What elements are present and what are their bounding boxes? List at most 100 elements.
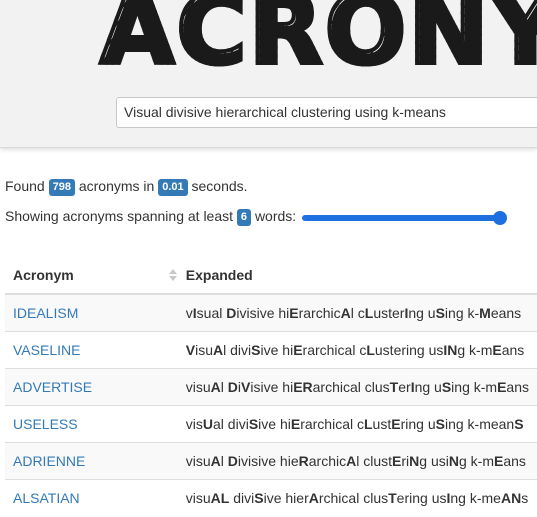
highlighted-letters: N	[409, 452, 420, 469]
column-header-expanded-label: Expanded	[185, 266, 253, 283]
expanded-cell: vIsual Divisive hiErarchicAl cLusterIng …	[177, 293, 537, 331]
table-row: ADRIENNE visuAl Divisive hieRarchicAl clu…	[5, 441, 537, 479]
expanded-text: ring u	[400, 415, 436, 432]
expanded-text: l clust	[356, 452, 393, 469]
highlighted-letters: S	[435, 415, 445, 432]
acronym-logo: ACRONYM	[98, 0, 537, 80]
highlighted-letters: S	[514, 415, 524, 432]
acronym-cell: ADVERTISE	[5, 367, 178, 405]
expanded-text: archical clus	[312, 378, 390, 395]
expanded-text: ans	[503, 452, 526, 469]
acronym-cell: ADRIENNE	[5, 441, 178, 479]
expanded-text: ng u	[414, 378, 442, 395]
highlighted-letters: E	[392, 452, 402, 469]
expanded-text: ng k-me	[450, 489, 501, 506]
expanded-text: ustering us	[374, 341, 444, 358]
highlighted-letters: U	[202, 415, 214, 432]
time-suffix-label: seconds.	[191, 178, 248, 194]
expanded-text: visu	[185, 378, 211, 395]
slider-thumb[interactable]	[493, 211, 507, 225]
highlighted-letters: L	[366, 341, 375, 358]
expanded-cell: visuAl Divisive hieRarchicAl clustEriNg …	[177, 441, 537, 479]
expanded-text: ive hi	[260, 341, 294, 358]
expanded-text: er	[398, 378, 411, 395]
table-row: USELESS visUal diviSive hiErarchical cLus…	[5, 404, 537, 442]
expanded-text: ing k-m	[451, 378, 498, 395]
highlighted-letters: AL	[210, 489, 230, 506]
expanded-text: ing k-mean	[444, 415, 515, 432]
expanded-text: ive hi	[258, 415, 291, 432]
span-label: Showing acronyms spanning at least	[5, 208, 234, 224]
expanded-text: sual	[196, 304, 227, 321]
expanded-cell: visuAL diviSive hierArchical clusTering …	[177, 478, 537, 516]
expanded-text: ust	[372, 415, 392, 432]
expanded-cell: VisuAl diviSive hiErarchical cLustering …	[177, 330, 537, 368]
column-header-expanded[interactable]: Expanded	[177, 256, 537, 295]
expanded-text: divi	[229, 489, 255, 506]
expanded-cell: visuAl DiVisive hiERarchical clusTerIng …	[177, 367, 537, 405]
highlighted-letters: A	[213, 341, 224, 358]
highlighted-letters: S	[251, 341, 261, 358]
acronym-link[interactable]: ADRIENNE	[13, 453, 85, 469]
min-words-slider[interactable]	[302, 210, 507, 226]
highlighted-letters: E	[493, 452, 504, 469]
table-row: ALSATIAN visuAL diviSive hierArchical clu…	[5, 478, 537, 516]
highlighted-letters: ER	[293, 378, 313, 395]
highlighted-letters: E	[290, 415, 301, 432]
highlighted-letters: V	[241, 378, 251, 395]
expanded-text: al divi	[213, 415, 249, 432]
highlighted-letters: AN	[500, 489, 522, 506]
table-row: IDEALISM vIsual Divisive hiErarchicAl cLu…	[5, 293, 537, 331]
expanded-text: ivisive hi	[236, 304, 290, 321]
expanded-text: l	[220, 452, 228, 469]
acronym-link[interactable]: VASELINE	[13, 342, 80, 358]
highlighted-letters: S	[248, 415, 259, 432]
highlighted-letters: M	[479, 304, 491, 321]
expanded-text: s	[521, 489, 529, 506]
expanded-text: rarchic	[298, 304, 341, 321]
expanded-text: g k-m	[458, 452, 494, 469]
header: ACRONYM Visual divisive hierarchical clu…	[0, 0, 537, 148]
highlighted-letters: V	[185, 341, 196, 358]
expanded-text: g k-m	[457, 341, 493, 358]
expanded-text: ans	[501, 341, 525, 358]
expanded-text: vis	[185, 415, 203, 432]
acronym-link[interactable]: ALSATIAN	[13, 490, 80, 506]
highlighted-letters: S	[435, 304, 445, 321]
expanded-text: archic	[308, 452, 347, 469]
search-input[interactable]: Visual divisive hierarchical clustering …	[116, 97, 537, 128]
highlighted-letters: L	[363, 415, 373, 432]
acronym-link[interactable]: IDEALISM	[13, 305, 78, 321]
found-label: Found	[5, 178, 45, 194]
found-count-badge: 798	[48, 179, 75, 196]
highlighted-letters: E	[492, 341, 502, 358]
slider-track[interactable]	[302, 215, 500, 221]
expanded-text: eans	[490, 304, 522, 321]
highlighted-letters: N	[448, 452, 459, 469]
column-header-acronym[interactable]: Acronym	[5, 256, 178, 295]
highlighted-letters: A	[340, 304, 351, 321]
highlighted-letters: E	[293, 341, 303, 358]
expanded-text: uster	[373, 304, 405, 321]
expanded-text: ri	[401, 452, 410, 469]
expanded-text: ering us	[396, 489, 447, 506]
acronym-cell: IDEALISM	[5, 293, 178, 331]
highlighted-letters: T	[388, 489, 397, 506]
column-header-acronym-label: Acronym	[13, 266, 74, 283]
acronym-link[interactable]: USELESS	[13, 416, 78, 432]
acronym-link[interactable]: ADVERTISE	[13, 379, 92, 395]
table-row: VASELINE VisuAl diviSive hiErarchical cLu…	[5, 330, 537, 368]
sort-icon[interactable]	[168, 268, 178, 282]
expanded-text: ng u	[408, 304, 436, 321]
expanded-text: g usi	[419, 452, 449, 469]
expanded-text: v	[185, 304, 193, 321]
acronym-cell: ALSATIAN	[5, 478, 178, 516]
expanded-text: l	[220, 378, 228, 395]
highlighted-letters: D	[227, 378, 238, 395]
highlighted-letters: IN	[443, 341, 458, 358]
results-summary: Found 798 acronyms in 0.01 seconds.	[5, 178, 248, 196]
table-header-row: Acronym Expanded	[5, 256, 537, 295]
span-summary: Showing acronyms spanning at least 6 wor…	[5, 208, 296, 226]
highlighted-letters: D	[226, 304, 237, 321]
acronym-cell: VASELINE	[5, 330, 178, 368]
